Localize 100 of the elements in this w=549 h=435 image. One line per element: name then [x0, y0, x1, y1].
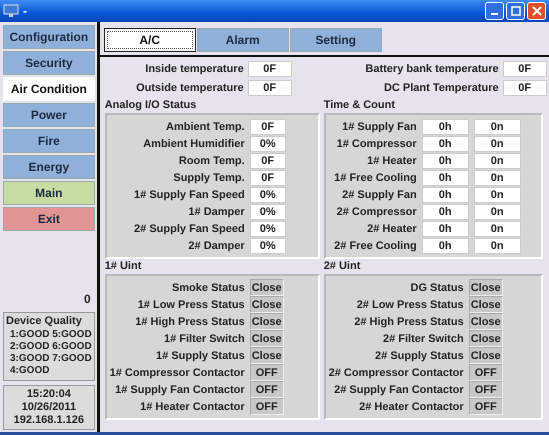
- status-indicator: OFF: [468, 398, 503, 415]
- field-label: 2# Compressor: [336, 206, 417, 218]
- sidebar-item[interactable]: Fire: [3, 129, 95, 153]
- close-icon: [532, 6, 542, 16]
- value-field: 0F: [250, 118, 286, 134]
- status-text: 15:20:04: [26, 388, 71, 401]
- status-indicator: Close: [250, 279, 284, 296]
- value-field: 0F: [250, 152, 286, 168]
- status-indicator: Close: [468, 347, 503, 364]
- value-field: 0%: [250, 186, 286, 202]
- field-label: Battery bank temperature: [365, 63, 499, 75]
- section-title: Time & Count: [324, 99, 396, 112]
- field-label: 1# Compressor: [336, 138, 417, 150]
- status-indicator: Close: [468, 279, 503, 296]
- status-indicator: Close: [250, 296, 284, 313]
- field-label: 1# Low Press Status: [138, 298, 245, 310]
- status-text: 192.168.1.126: [14, 414, 84, 427]
- value-field: 0n: [474, 220, 521, 236]
- field-label: DG Status: [410, 282, 464, 294]
- maximize-button[interactable]: [506, 2, 525, 20]
- field-label: 2# Low Press Status: [356, 298, 464, 310]
- field-label: Ambient Humidifier: [143, 138, 245, 150]
- field-label: 1# Supply Fan Contactor: [115, 384, 245, 396]
- tab[interactable]: Alarm: [196, 28, 289, 52]
- field-label: Room Temp.: [178, 154, 245, 166]
- field-label: 1# Heater Contactor: [140, 400, 245, 412]
- counter-value: 0: [83, 292, 92, 306]
- value-field: 0n: [474, 238, 521, 254]
- device-quality-line: 2:GOOD 6:GOOD: [9, 341, 92, 353]
- value-field: 0n: [474, 152, 521, 168]
- sidebar-item[interactable]: Power: [3, 103, 95, 127]
- minimize-button[interactable]: [485, 2, 504, 20]
- device-quality-title: Device Quality: [6, 315, 83, 327]
- sidebar-item[interactable]: Energy: [3, 155, 95, 179]
- field-label: 1# High Press Status: [135, 316, 245, 328]
- field-label: Smoke Status: [172, 282, 245, 294]
- field-label: Ambient Temp.: [166, 120, 245, 132]
- value-field: 0h: [422, 170, 469, 186]
- value-field: 0F: [250, 170, 286, 186]
- tab[interactable]: A/C: [104, 28, 196, 52]
- field-label: 1# Supply Fan: [342, 120, 417, 132]
- status-indicator: OFF: [250, 364, 284, 381]
- status-indicator: Close: [468, 330, 503, 347]
- value-field: 0n: [474, 170, 521, 186]
- field-label: 2# Damper: [188, 240, 245, 252]
- value-field: 0F: [502, 80, 547, 96]
- status-indicator: OFF: [250, 381, 284, 398]
- value-field: 0n: [474, 204, 521, 220]
- monitor-icon: [3, 4, 19, 18]
- value-field: 0n: [474, 118, 521, 134]
- field-label: 2# Heater Contactor: [359, 400, 464, 412]
- field-label: DC Plant Temperature: [384, 82, 499, 94]
- sidebar-item[interactable]: Configuration: [3, 25, 95, 49]
- value-field: 0h: [422, 238, 469, 254]
- field-label: 1# Damper: [188, 206, 245, 218]
- field-label: 2# Compressor Contactor: [328, 366, 464, 378]
- status-indicator: Close: [468, 296, 503, 313]
- field-label: 2# Supply Fan Speed: [134, 222, 245, 234]
- field-label: 2# Supply Status: [375, 350, 464, 362]
- field-label: 1# Supply Fan Speed: [134, 188, 245, 200]
- minimize-icon: [491, 13, 498, 15]
- field-label: 2# Supply Fan Contactor: [334, 384, 464, 396]
- field-label: 2# Free Cooling: [334, 240, 417, 252]
- tab[interactable]: Setting: [290, 28, 382, 52]
- value-field: 0F: [502, 61, 547, 77]
- field-label: 1# Supply Status: [156, 350, 245, 362]
- value-field: 0%: [250, 136, 286, 152]
- status-indicator: Close: [468, 313, 503, 330]
- status-indicator: OFF: [468, 364, 503, 381]
- field-label: Inside temperature: [145, 63, 244, 75]
- sidebar-item[interactable]: Exit: [3, 207, 95, 231]
- field-label: 1# Compressor Contactor: [110, 366, 245, 378]
- field-label: 1# Heater: [367, 154, 417, 166]
- value-field: 0n: [474, 186, 521, 202]
- field-label: Outside temperature: [136, 82, 244, 94]
- value-field: 0h: [422, 204, 469, 220]
- field-label: 1# Free Cooling: [334, 172, 417, 184]
- section-title: Analog I/O Status: [104, 99, 198, 112]
- value-field: 0h: [422, 186, 469, 202]
- sidebar-item[interactable]: Main: [3, 181, 95, 205]
- field-label: 2# High Press Status: [354, 316, 464, 328]
- value-field: 0%: [250, 220, 286, 236]
- sidebar-item[interactable]: Security: [3, 51, 95, 75]
- status-indicator: OFF: [250, 398, 284, 415]
- value-field: 0h: [422, 220, 469, 236]
- status-indicator: Close: [250, 313, 284, 330]
- status-indicator: Close: [250, 330, 284, 347]
- value-field: 0F: [248, 61, 292, 77]
- field-label: 2# Heater: [367, 222, 417, 234]
- device-quality-line: 3:GOOD 7:GOOD: [9, 353, 92, 365]
- close-button[interactable]: [527, 2, 546, 20]
- status-indicator: Close: [250, 347, 284, 364]
- value-field: 0n: [474, 136, 521, 152]
- field-label: 2# Filter Switch: [382, 332, 464, 344]
- value-field: 0%: [250, 204, 286, 220]
- sidebar-item[interactable]: Air Condition: [3, 77, 95, 101]
- value-field: 0%: [250, 238, 286, 254]
- section-title: 2# Uint: [324, 260, 362, 273]
- value-field: 0F: [248, 80, 292, 96]
- value-field: 0h: [422, 136, 469, 152]
